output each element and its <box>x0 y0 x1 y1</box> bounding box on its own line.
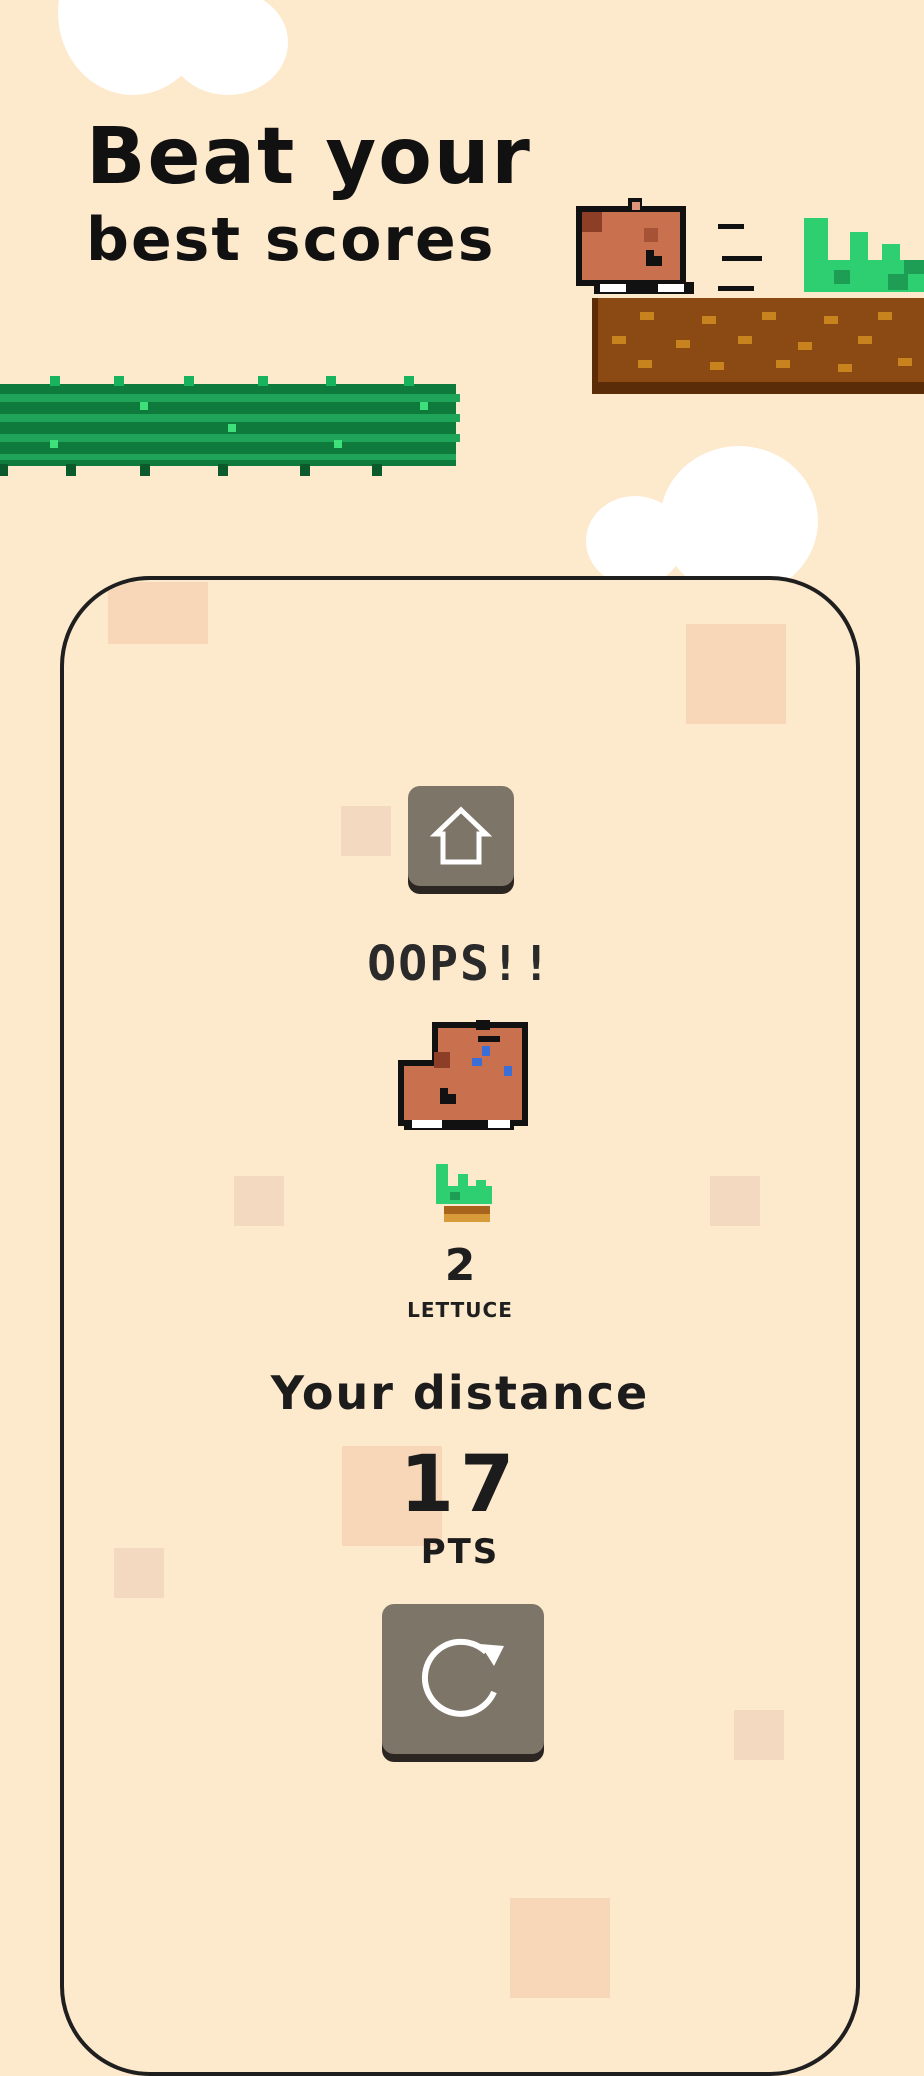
speed-line <box>718 286 754 291</box>
phone-frame: OOPS!! 2 LETTUCE Your distance 17 PTS <box>60 576 860 2076</box>
dirt-platform <box>592 298 924 394</box>
headline-line-2: best scores <box>86 205 496 275</box>
deco-square <box>108 582 208 644</box>
distance-unit: PTS <box>420 1532 500 1572</box>
capybara-crying-sprite <box>398 1020 528 1130</box>
home-icon <box>429 806 493 865</box>
deco-square <box>341 806 391 856</box>
deco-square <box>510 1898 610 1998</box>
cloud-right-2 <box>586 496 684 586</box>
distance-label: Your distance <box>270 1366 650 1420</box>
home-button[interactable] <box>408 786 514 886</box>
deco-square <box>734 1710 784 1760</box>
deco-square <box>234 1176 284 1226</box>
lettuce-count: 2 <box>444 1240 476 1291</box>
speed-line <box>718 224 744 229</box>
deco-square <box>686 624 786 724</box>
replay-icon <box>421 1638 504 1717</box>
lettuce-icon <box>436 1164 492 1222</box>
speed-line <box>722 256 762 261</box>
lettuce-label: LETTUCE <box>407 1298 513 1322</box>
cloud-right <box>660 446 818 596</box>
lettuce-sprite <box>804 218 924 292</box>
cloud-top-2 <box>168 0 288 95</box>
grass-platform <box>0 376 460 476</box>
capybara-running-sprite <box>576 198 694 294</box>
replay-button[interactable] <box>382 1604 544 1754</box>
promo-headline: Beat your best scores <box>86 118 532 270</box>
deco-square <box>710 1176 760 1226</box>
distance-value: 17 <box>399 1440 521 1530</box>
headline-line-1: Beat your <box>86 112 532 202</box>
game-over-title: OOPS!! <box>367 936 553 992</box>
